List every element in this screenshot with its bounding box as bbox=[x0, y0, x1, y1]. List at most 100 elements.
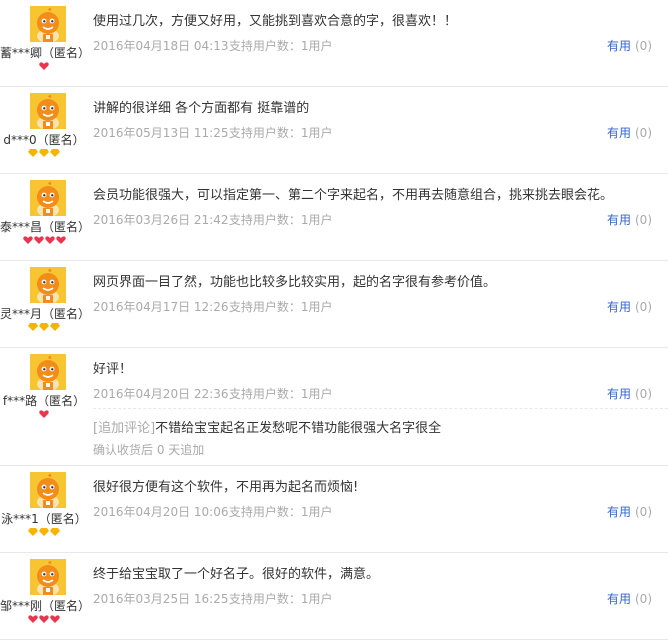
review-item: 邹***刚（匿名） 终于给宝宝取了一个好名子。很好的软件，满意。 2016年03… bbox=[0, 553, 668, 640]
useful-button[interactable]: 有用 (0) bbox=[607, 124, 652, 141]
review-list: 蓄***卿（匿名） 使用过几次，方便又好用，又能挑到喜欢合意的字，很喜欢！！ 2… bbox=[0, 0, 668, 640]
append-review-meta: 确认收货后 0 天追加 bbox=[93, 443, 205, 457]
red-heart-icon bbox=[39, 615, 49, 623]
gold-diamond-icon bbox=[39, 149, 49, 157]
useful-button[interactable]: 有用 (0) bbox=[607, 385, 652, 402]
reviewer-level-badges bbox=[0, 61, 88, 73]
review-text: 讲解的很详细 各个方面都有 挺靠谱的 bbox=[93, 101, 310, 116]
default-avatar-icon[interactable] bbox=[30, 354, 66, 390]
review-date: 2016年04月18日 04:13 bbox=[93, 39, 229, 53]
review-date: 2016年04月17日 12:26 bbox=[93, 300, 229, 314]
useful-label[interactable]: 有用 bbox=[607, 126, 631, 140]
useful-label[interactable]: 有用 bbox=[607, 387, 631, 401]
append-divider bbox=[93, 408, 668, 409]
reviewer-level-badges bbox=[0, 409, 88, 421]
review-item: 泳***1（匿名） 很好很方便有这个软件，不用再为起名而烦恼! 2016年04月… bbox=[0, 466, 668, 553]
review-date: 2016年03月26日 21:42 bbox=[93, 213, 229, 227]
red-heart-icon bbox=[39, 410, 49, 418]
append-review-body: 不错给宝宝起名正发愁呢不错功能很强大名字很全 bbox=[155, 421, 442, 436]
reviewer-username: 邹***刚（匿名） bbox=[0, 599, 91, 613]
support-count: 支持用户数：1用户 bbox=[228, 592, 333, 606]
red-heart-icon bbox=[50, 615, 60, 623]
append-review-text: [追加评论]不错给宝宝起名正发愁呢不错功能很强大名字很全 bbox=[93, 417, 441, 436]
review-text: 终于给宝宝取了一个好名子。很好的软件，满意。 bbox=[93, 567, 380, 582]
reviewer-level-badges bbox=[0, 527, 88, 539]
gold-diamond-icon bbox=[50, 149, 60, 157]
review-item: d***0（匿名） 讲解的很详细 各个方面都有 挺靠谱的 2016年05月13日… bbox=[0, 87, 668, 174]
default-avatar-icon[interactable] bbox=[30, 6, 66, 42]
default-avatar-icon[interactable] bbox=[30, 93, 66, 129]
review-date: 2016年05月13日 11:25 bbox=[93, 126, 229, 140]
review-date: 2016年04月20日 22:36 bbox=[93, 387, 229, 401]
reviewer-username: 蓄***卿（匿名） bbox=[0, 46, 91, 60]
red-heart-icon bbox=[28, 615, 38, 623]
gold-diamond-icon bbox=[50, 323, 60, 331]
reviewer-level-badges bbox=[0, 148, 88, 160]
red-heart-icon bbox=[44, 236, 55, 244]
gold-diamond-icon bbox=[50, 528, 60, 536]
default-avatar-icon[interactable] bbox=[30, 472, 66, 508]
red-heart-icon bbox=[33, 236, 44, 244]
useful-count: (0) bbox=[635, 387, 652, 401]
useful-button[interactable]: 有用 (0) bbox=[607, 298, 652, 315]
review-meta: 2016年03月26日 21:42 支持用户数：1用户 bbox=[93, 211, 332, 228]
useful-count: (0) bbox=[635, 126, 652, 140]
review-meta: 2016年05月13日 11:25 支持用户数：1用户 bbox=[93, 124, 332, 141]
append-review-tag: [追加评论] bbox=[93, 421, 156, 436]
review-item: 灵***月（匿名） 网页界面一目了然，功能也比较多比较实用，起的名字很有参考价值… bbox=[0, 261, 668, 348]
useful-button[interactable]: 有用 (0) bbox=[607, 590, 652, 607]
review-meta: 2016年03月25日 16:25 支持用户数：1用户 bbox=[93, 590, 332, 607]
useful-count: (0) bbox=[635, 300, 652, 314]
review-date: 2016年04月20日 10:06 bbox=[93, 505, 229, 519]
reviewer-username: 泳***1（匿名） bbox=[1, 512, 87, 526]
useful-button[interactable]: 有用 (0) bbox=[607, 37, 652, 54]
useful-count: (0) bbox=[635, 213, 652, 227]
useful-count: (0) bbox=[635, 592, 652, 606]
useful-label[interactable]: 有用 bbox=[607, 592, 631, 606]
review-text: 很好很方便有这个软件，不用再为起名而烦恼! bbox=[93, 480, 359, 495]
useful-label[interactable]: 有用 bbox=[607, 505, 631, 519]
gold-diamond-icon bbox=[28, 149, 38, 157]
support-count: 支持用户数：1用户 bbox=[228, 39, 333, 53]
review-meta: 2016年04月17日 12:26 支持用户数：1用户 bbox=[93, 298, 332, 315]
support-count: 支持用户数：1用户 bbox=[228, 300, 333, 314]
reviewer-level-badges bbox=[0, 235, 88, 247]
support-count: 支持用户数：1用户 bbox=[228, 213, 333, 227]
useful-count: (0) bbox=[635, 505, 652, 519]
default-avatar-icon[interactable] bbox=[30, 267, 66, 303]
review-item: 泰***昌（匿名） 会员功能很强大，可以指定第一、第二个字来起名，不用再去随意组… bbox=[0, 174, 668, 261]
review-text: 会员功能很强大，可以指定第一、第二个字来起名，不用再去随意组合，挑来挑去眼会花。 bbox=[93, 188, 614, 203]
reviewer-level-badges bbox=[0, 614, 88, 626]
review-meta: 2016年04月20日 22:36 支持用户数：1用户 bbox=[93, 385, 332, 402]
reviewer-username: d***0（匿名） bbox=[3, 133, 85, 147]
useful-label[interactable]: 有用 bbox=[607, 213, 631, 227]
review-date: 2016年03月25日 16:25 bbox=[93, 592, 229, 606]
gold-diamond-icon bbox=[39, 323, 49, 331]
review-text: 使用过几次，方便又好用，又能挑到喜欢合意的字，很喜欢！！ bbox=[93, 14, 458, 29]
red-heart-icon bbox=[39, 62, 49, 70]
reviewer-username: 灵***月（匿名） bbox=[0, 307, 91, 321]
gold-diamond-icon bbox=[39, 528, 49, 536]
reviewer-username: f***路（匿名） bbox=[2, 394, 86, 408]
useful-label[interactable]: 有用 bbox=[607, 300, 631, 314]
review-item: 蓄***卿（匿名） 使用过几次，方便又好用，又能挑到喜欢合意的字，很喜欢！！ 2… bbox=[0, 0, 668, 87]
review-text: 好评！ bbox=[93, 362, 133, 377]
red-heart-icon bbox=[22, 236, 33, 244]
review-meta: 2016年04月20日 10:06 支持用户数：1用户 bbox=[93, 503, 332, 520]
useful-button[interactable]: 有用 (0) bbox=[607, 211, 652, 228]
support-count: 支持用户数：1用户 bbox=[228, 126, 333, 140]
review-meta: 2016年04月18日 04:13 支持用户数：1用户 bbox=[93, 37, 332, 54]
useful-count: (0) bbox=[635, 39, 652, 53]
red-heart-icon bbox=[55, 236, 66, 244]
reviewer-username: 泰***昌（匿名） bbox=[0, 220, 91, 234]
review-text: 网页界面一目了然，功能也比较多比较实用，起的名字很有参考价值。 bbox=[93, 275, 497, 290]
support-count: 支持用户数：1用户 bbox=[228, 387, 333, 401]
default-avatar-icon[interactable] bbox=[30, 180, 66, 216]
default-avatar-icon[interactable] bbox=[30, 559, 66, 595]
useful-label[interactable]: 有用 bbox=[607, 39, 631, 53]
useful-button[interactable]: 有用 (0) bbox=[607, 503, 652, 520]
review-item: f***路（匿名） 好评！ 2016年04月20日 22:36 支持用户数：1用… bbox=[0, 348, 668, 466]
reviewer-level-badges bbox=[0, 322, 88, 334]
gold-diamond-icon bbox=[28, 528, 38, 536]
support-count: 支持用户数：1用户 bbox=[228, 505, 333, 519]
